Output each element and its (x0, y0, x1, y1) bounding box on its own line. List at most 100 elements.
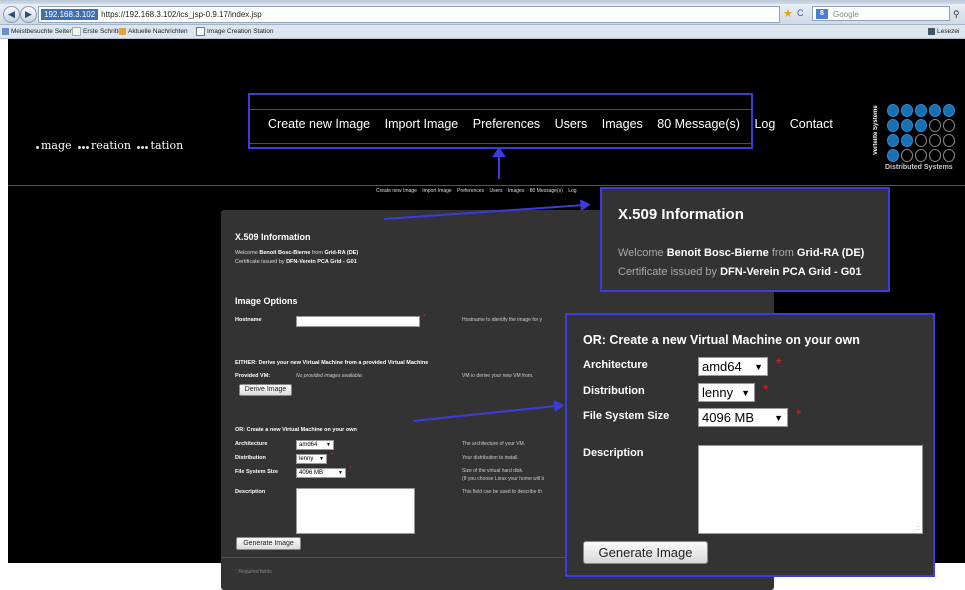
rss-icon (119, 27, 126, 35)
or-callout-heading: OR: Create a new Virtual Machine on your… (583, 333, 860, 347)
generate-image-button[interactable]: Generate Image (236, 537, 301, 550)
small-nav-item[interactable]: Images (508, 188, 524, 194)
architecture-callout-label: Architecture (583, 359, 648, 371)
x509-welcome: Welcome Benoit Bosc-Bierne from Grid-RA … (235, 250, 359, 256)
reading-list-button[interactable]: Lesezei (928, 25, 959, 38)
small-nav: Create new Image Import Image Preference… (376, 188, 581, 194)
logo-dots-icon (35, 139, 39, 152)
fs-size-select[interactable]: 4096 MB ▼ (296, 468, 346, 478)
fs-size-callout-select[interactable]: 4096 MB ▼ (698, 408, 788, 427)
page-content: mage reation tation Verteilte Systeme Di… (8, 39, 965, 590)
x509-callout: X.509 Information Welcome Benoit Bosc-Bi… (600, 187, 890, 292)
page-icon (196, 26, 205, 36)
chevron-down-icon: ▼ (319, 456, 324, 462)
nav-log[interactable]: Log (754, 117, 775, 131)
forward-arrow-icon: ▶ (25, 9, 32, 19)
either-heading: EITHER: Derive your new Virtual Machine … (235, 360, 429, 366)
nav-import-image[interactable]: Import Image (385, 117, 459, 131)
nav-users[interactable]: Users (555, 117, 588, 131)
small-nav-item[interactable]: Import Image (422, 188, 451, 194)
description-callout-label: Description (583, 447, 644, 459)
architecture-label: Architecture (235, 441, 268, 447)
logo-dots-icon (77, 139, 89, 152)
browser-toolbar: ◀ ▶ 192.168.3.102 https://192.168.3.102/i… (0, 4, 965, 25)
distribution-label: Distribution (235, 455, 266, 461)
nav-create-new-image[interactable]: Create new Image (268, 117, 370, 131)
distribution-callout-select[interactable]: lenny ▼ (698, 383, 755, 402)
bookmark-folder-icon (2, 27, 9, 35)
x509-heading: X.509 Information (235, 232, 311, 242)
resize-grip-icon[interactable]: .:: (914, 525, 920, 532)
x509-callout-welcome: Welcome Benoit Bosc-Bierne from Grid-RA … (618, 247, 865, 259)
ics-logo: mage reation tation (33, 139, 183, 152)
chevron-down-icon: ▼ (754, 362, 763, 372)
fs-size-callout-label: File System Size (583, 410, 670, 422)
bookmark-item[interactable]: Meistbesuchte Seiten (2, 25, 73, 38)
hostname-input[interactable] (296, 316, 420, 327)
x509-callout-heading: X.509 Information (618, 206, 744, 223)
back-arrow-icon: ◀ (8, 9, 15, 19)
forward-button[interactable]: ▶ (20, 6, 37, 23)
bookmark-item[interactable]: Erste Schritte (72, 25, 122, 38)
chevron-down-icon: ▼ (774, 413, 783, 423)
nav-contact[interactable]: Contact (790, 117, 833, 131)
chevron-down-icon: ▼ (741, 388, 750, 398)
architecture-callout-select[interactable]: amd64 ▼ (698, 357, 768, 376)
bookmark-item[interactable]: Aktuelle Nachrichten (119, 25, 188, 38)
description-textarea[interactable] (296, 488, 415, 534)
provided-vm-label: Provided VM: (235, 373, 271, 379)
main-nav-callout: Create new Image Import Image Preference… (248, 93, 833, 149)
bookmark-item[interactable]: Image Creation Station (196, 25, 273, 38)
small-nav-item[interactable]: 80 Message(s) (530, 188, 563, 194)
architecture-select[interactable]: amd64 ▼ (296, 440, 334, 450)
fs-size-hint-2: (If you choose Linux your home will b (462, 476, 545, 482)
reload-icon[interactable]: C (797, 8, 804, 18)
or-heading: OR: Create a new Virtual Machine on your… (235, 427, 357, 433)
address-bar[interactable]: 192.168.3.102 https://192.168.3.102/ics_j… (38, 6, 780, 23)
required-mark: * (349, 466, 352, 473)
bookmark-star-icon[interactable]: ★ (783, 7, 793, 20)
search-placeholder: Google (833, 10, 859, 19)
required-mark: * (763, 381, 769, 397)
required-mark: * (423, 314, 426, 321)
brand-dots-icon (887, 104, 955, 162)
fs-size-label: File System Size (235, 469, 279, 475)
description-hint: This field can be used to describe th (462, 489, 543, 495)
distribution-select[interactable]: lenny ▼ (296, 454, 327, 464)
brand-subtitle: Distributed Systems (885, 164, 953, 171)
image-options-heading: Image Options (235, 296, 298, 306)
callout-arrow-icon (492, 147, 506, 179)
nav-preferences[interactable]: Preferences (473, 117, 540, 131)
nav-messages[interactable]: 80 Message(s) (657, 117, 740, 131)
small-nav-item[interactable]: Log (568, 188, 576, 194)
provided-vm-value: No provided images available. (296, 373, 363, 379)
search-input[interactable]: 8 Google (812, 6, 950, 21)
description-label: Description (235, 489, 266, 495)
nav-images[interactable]: Images (602, 117, 643, 131)
hostname-label: Hostname (235, 317, 262, 323)
header-divider (8, 185, 965, 186)
distributed-systems-logo: Verteilte Systeme Distributed Systems (873, 100, 957, 175)
generate-image-callout-button[interactable]: Generate Image (583, 541, 708, 564)
main-nav: Create new Image Import Image Preference… (268, 117, 844, 131)
required-mark: * (796, 406, 802, 422)
derive-image-button[interactable]: Derive Image (239, 384, 292, 396)
url-text: https://192.168.3.102/ics_jsp-0.9.17/ind… (101, 10, 262, 19)
bookmarks-toolbar: Meistbesuchte Seiten Erste Schritte Aktu… (0, 25, 965, 39)
search-icon[interactable]: ⚲ (953, 9, 960, 20)
fs-size-hint: Size of the virtual hard disk. (462, 468, 524, 474)
reading-list-icon (928, 27, 935, 35)
description-callout-textarea[interactable]: .:: (698, 445, 923, 534)
google-icon[interactable]: 8 (816, 9, 828, 19)
required-mark: * (331, 452, 334, 459)
back-button[interactable]: ◀ (3, 6, 20, 23)
url-identity-badge[interactable]: 192.168.3.102 (41, 9, 99, 21)
create-vm-callout: OR: Create a new Virtual Machine on your… (565, 313, 935, 577)
architecture-hint: The architecture of your VM. (462, 441, 526, 447)
chevron-down-icon: ▼ (338, 470, 343, 476)
small-nav-item[interactable]: Users (489, 188, 502, 194)
small-nav-item[interactable]: Create new Image (376, 188, 417, 194)
distribution-hint: Your distribution to install. (462, 455, 519, 461)
required-fields-note: * Required fields (235, 569, 272, 575)
small-nav-item[interactable]: Preferences (457, 188, 484, 194)
